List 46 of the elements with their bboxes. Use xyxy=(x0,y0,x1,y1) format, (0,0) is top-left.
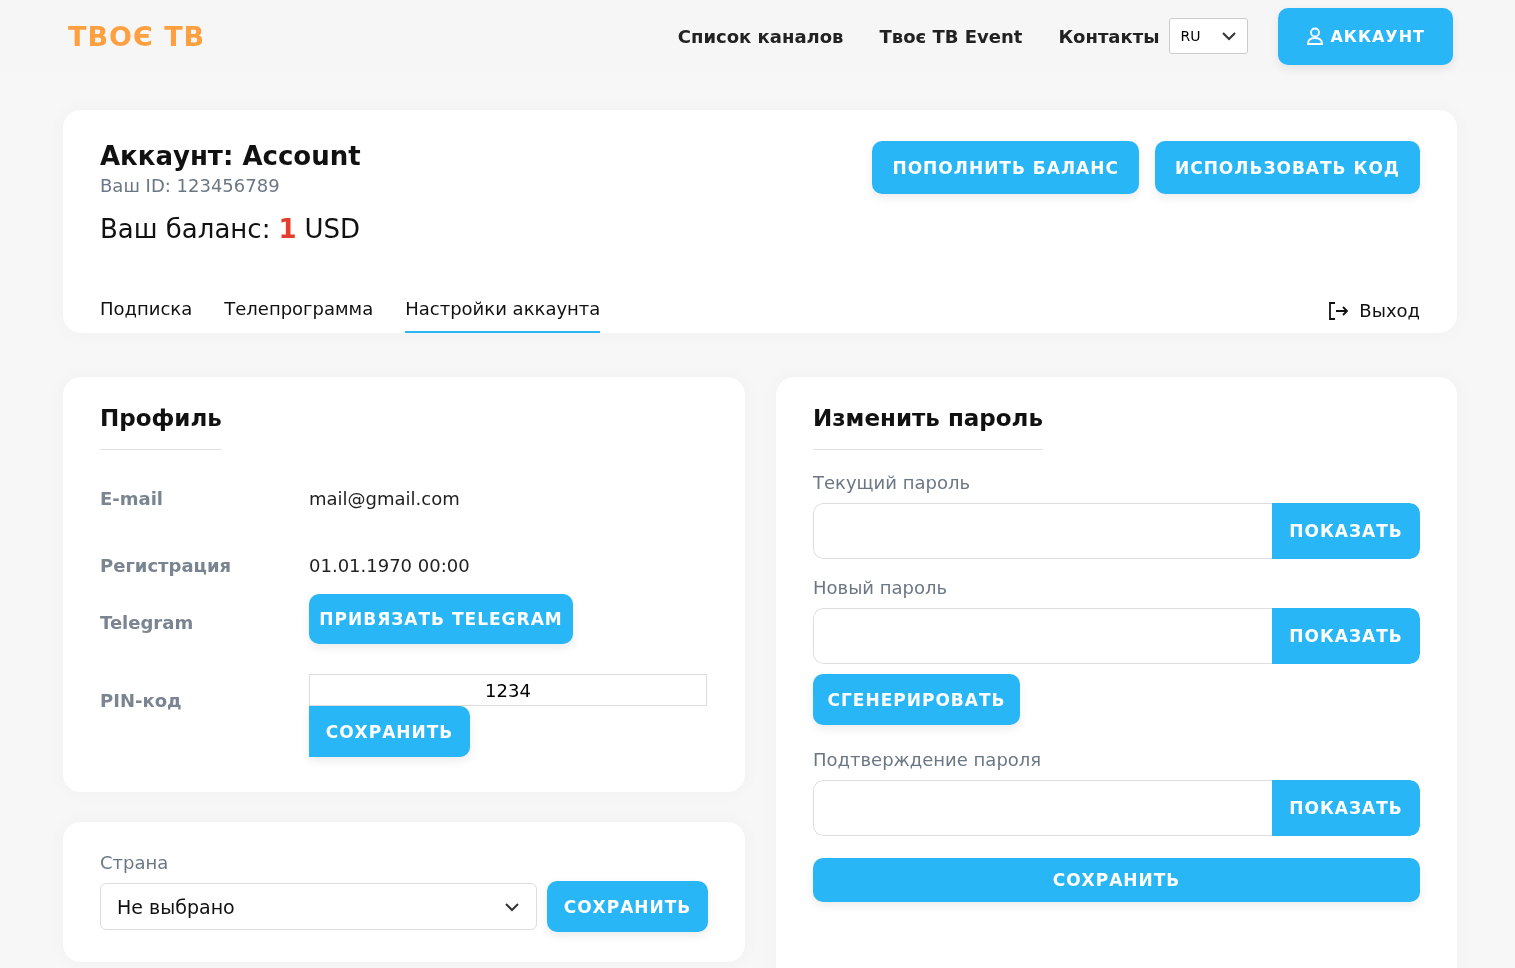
user-icon xyxy=(1306,27,1325,45)
account-button[interactable]: АККАУНТ xyxy=(1278,7,1453,65)
pin-input[interactable]: 1234 xyxy=(309,674,707,706)
field-label: PIN-код xyxy=(100,690,183,711)
password-input[interactable] xyxy=(813,780,1272,836)
field-label: Новый пароль xyxy=(813,577,949,598)
logout-icon xyxy=(1327,300,1350,321)
tab[interactable]: Телепрограмма xyxy=(224,298,374,333)
logout-link[interactable]: Выход xyxy=(1327,300,1420,333)
password-input[interactable] xyxy=(813,608,1272,664)
field-label: Регистрация xyxy=(100,555,233,576)
country-select[interactable]: Не выбрано xyxy=(100,883,537,930)
user-id: Ваш ID: 123456789 xyxy=(100,175,281,196)
action-button[interactable]: ИСПОЛЬЗОВАТЬ КОД xyxy=(1154,141,1420,194)
profile-title: Профиль xyxy=(100,405,222,450)
nav-link[interactable]: Контакты xyxy=(1058,25,1160,47)
account-title: Аккаунт: Account xyxy=(100,141,361,171)
password-title: Изменить пароль xyxy=(813,405,1043,450)
language-select[interactable]: RU xyxy=(1169,18,1249,54)
action-button[interactable]: ПОПОЛНИТЬ БАЛАНС xyxy=(872,141,1139,194)
show-button[interactable]: ПОКАЗАТЬ xyxy=(1272,503,1420,559)
tab[interactable]: Настройки аккаунта xyxy=(405,298,601,333)
balance-amount: 1 xyxy=(278,214,297,244)
field-label: Telegram xyxy=(100,612,195,633)
field-label: Подтверждение пароля xyxy=(813,749,1043,770)
telegram-button[interactable]: ПРИВЯЗАТЬ TELEGRAM xyxy=(309,594,573,644)
generate-button[interactable]: СГЕНЕРИРОВАТЬ xyxy=(813,674,1020,725)
tab[interactable]: Подписка xyxy=(100,298,193,333)
save-button[interactable]: СОХРАНИТЬ xyxy=(547,881,708,932)
field-value: 01.01.1970 00:00 xyxy=(309,555,471,576)
save-button[interactable]: СОХРАНИТЬ xyxy=(309,706,470,757)
nav-link[interactable]: Твоє ТВ Event xyxy=(879,25,1023,47)
field-value: mail@gmail.com xyxy=(309,488,461,509)
field-label: Текущий пароль xyxy=(813,472,972,493)
field-label: E-mail xyxy=(100,488,164,509)
nav-link[interactable]: Список каналов xyxy=(677,25,844,47)
password-input[interactable] xyxy=(813,503,1272,559)
show-button[interactable]: ПОКАЗАТЬ xyxy=(1272,780,1420,836)
balance-currency: USD xyxy=(304,214,361,244)
show-button[interactable]: ПОКАЗАТЬ xyxy=(1272,608,1420,664)
field-label: Страна xyxy=(100,852,170,873)
chevron-down-icon xyxy=(1221,31,1238,41)
balance-label: Ваш баланс: xyxy=(100,214,271,244)
save-button[interactable]: СОХРАНИТЬ xyxy=(813,858,1420,902)
chevron-down-icon xyxy=(504,901,520,912)
logo[interactable]: ТВОЄ ТВ xyxy=(68,20,206,52)
